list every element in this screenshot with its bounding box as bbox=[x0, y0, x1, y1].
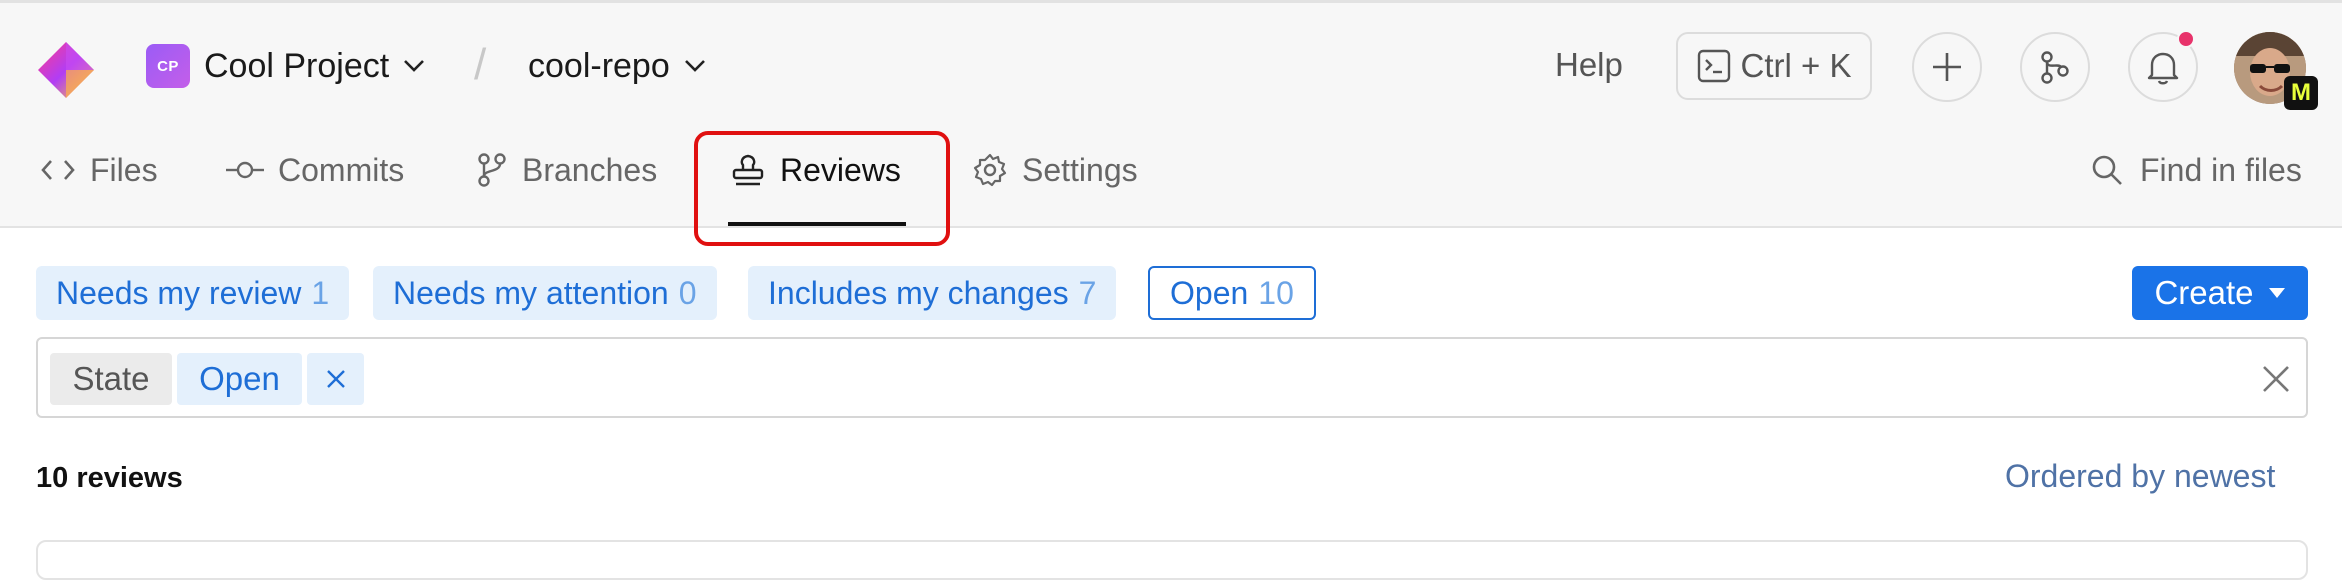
chip-label: Includes my changes bbox=[768, 274, 1069, 311]
tab-settings[interactable]: Settings bbox=[972, 146, 1138, 194]
app-logo[interactable] bbox=[36, 40, 96, 100]
review-list bbox=[36, 540, 2308, 580]
bell-icon bbox=[2147, 52, 2179, 85]
plus-icon bbox=[1933, 53, 1961, 81]
caret-down-icon bbox=[2268, 288, 2285, 298]
add-button[interactable] bbox=[1912, 32, 1982, 102]
create-label: Create bbox=[2154, 274, 2254, 311]
filter-value[interactable]: Open bbox=[177, 353, 302, 405]
search-icon bbox=[2092, 155, 2122, 185]
find-label: Find in files bbox=[2140, 151, 2302, 188]
chevron-down-icon bbox=[404, 60, 425, 72]
filter-needs-my-attention[interactable]: Needs my attention 0 bbox=[373, 266, 717, 320]
commit-icon bbox=[226, 161, 264, 179]
merge-requests-button[interactable] bbox=[2020, 32, 2090, 102]
breadcrumb-separator: / bbox=[474, 40, 487, 89]
repo-switcher[interactable]: cool-repo bbox=[528, 44, 706, 88]
command-palette-button[interactable]: Ctrl + K bbox=[1676, 32, 1872, 100]
filter-bar[interactable]: State Open bbox=[36, 337, 2308, 418]
find-in-files-button[interactable]: Find in files bbox=[2090, 146, 2302, 194]
clear-filters-icon[interactable] bbox=[2260, 363, 2292, 395]
filter-open[interactable]: Open 10 bbox=[1148, 266, 1316, 320]
gear-icon bbox=[973, 153, 1007, 187]
tab-label: Settings bbox=[1022, 151, 1138, 188]
project-switcher[interactable]: Cool Project bbox=[204, 44, 425, 88]
tab-label: Files bbox=[90, 151, 158, 188]
branch-icon bbox=[478, 153, 506, 187]
chip-count: 0 bbox=[678, 274, 697, 311]
chip-label: Open bbox=[1170, 274, 1249, 311]
avatar-badge: M bbox=[2284, 76, 2318, 110]
terminal-icon bbox=[1697, 49, 1730, 83]
tab-branches[interactable]: Branches bbox=[476, 146, 657, 194]
tab-label: Commits bbox=[278, 151, 405, 188]
chip-label: Needs my review bbox=[56, 274, 302, 311]
tab-files[interactable]: Files bbox=[40, 146, 158, 194]
merge-icon bbox=[2041, 51, 2069, 84]
tab-commits[interactable]: Commits bbox=[226, 146, 404, 194]
help-link[interactable]: Help bbox=[1555, 46, 1623, 84]
chip-label: Needs my attention bbox=[393, 274, 669, 311]
filter-key[interactable]: State bbox=[50, 353, 172, 405]
shortcut-label: Ctrl + K bbox=[1740, 47, 1852, 84]
filter-needs-my-review[interactable]: Needs my review 1 bbox=[36, 266, 350, 320]
reviews-tab-highlight bbox=[694, 131, 950, 246]
create-button[interactable]: Create bbox=[2132, 266, 2308, 320]
code-icon bbox=[41, 160, 75, 180]
chip-count: 10 bbox=[1258, 274, 1294, 311]
filter-includes-my-changes[interactable]: Includes my changes 7 bbox=[748, 266, 1117, 320]
chip-count: 1 bbox=[311, 274, 330, 311]
chevron-down-icon bbox=[684, 60, 705, 72]
notification-dot bbox=[2177, 30, 2195, 48]
project-badge: CP bbox=[146, 44, 190, 88]
sort-order-button[interactable]: Ordered by newest bbox=[2005, 458, 2275, 495]
repo-name: cool-repo bbox=[528, 46, 670, 85]
remove-filter-button[interactable] bbox=[307, 353, 364, 405]
tab-label: Branches bbox=[522, 151, 658, 188]
reviews-count: 10 reviews bbox=[36, 462, 183, 494]
chip-count: 7 bbox=[1078, 274, 1097, 311]
project-name: Cool Project bbox=[204, 46, 390, 85]
close-icon bbox=[326, 370, 345, 388]
